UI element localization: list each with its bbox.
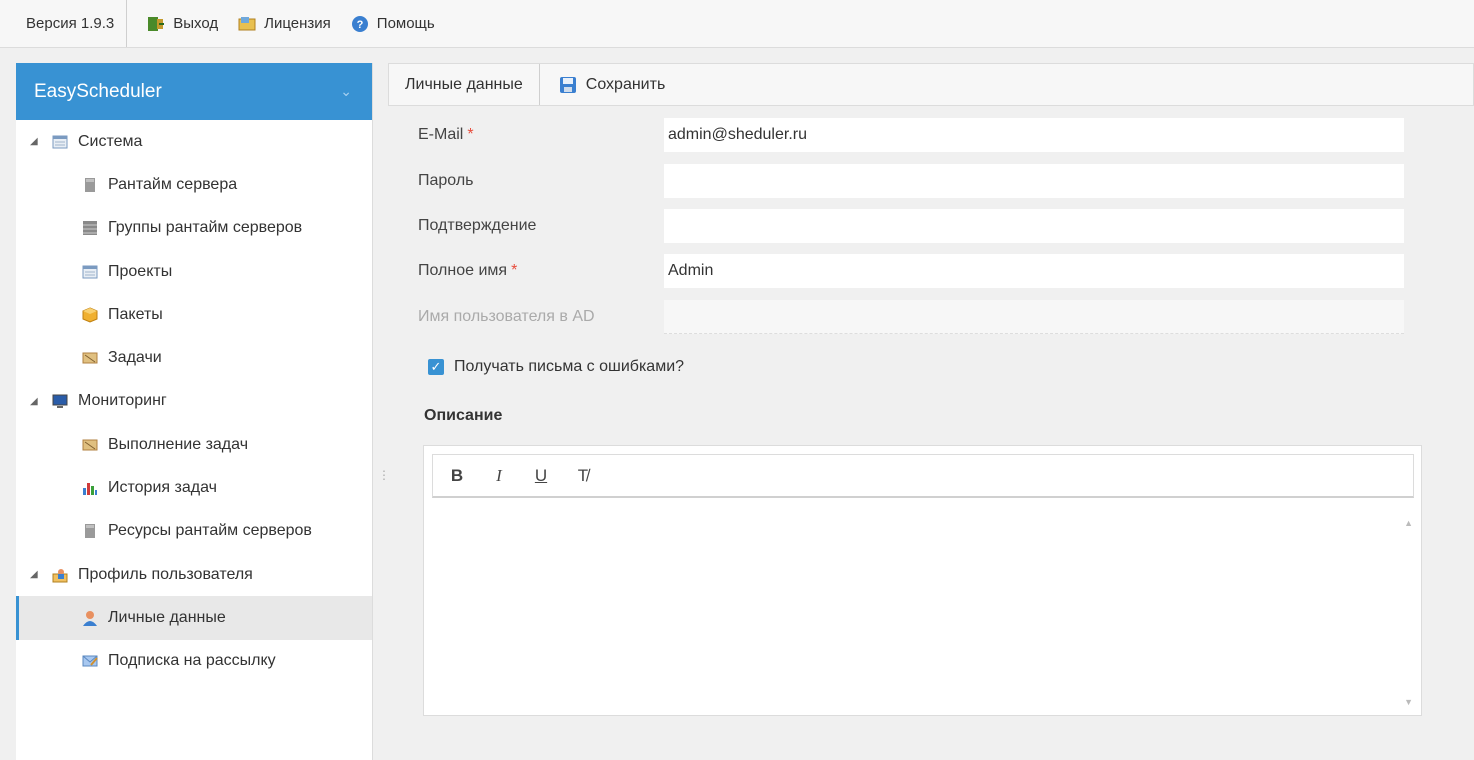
password-row: Пароль [418, 164, 1408, 198]
email-row: E-Mail * [418, 118, 1408, 152]
ad-user-label: Имя пользователя в AD [418, 308, 595, 325]
email-field[interactable] [664, 118, 1404, 152]
sidebar-item-label: Личные данные [108, 608, 226, 626]
sidebar-item-task-execution[interactable]: Выполнение задач [16, 423, 372, 466]
italic-button[interactable]: I [481, 466, 517, 486]
confirm-password-field[interactable] [664, 209, 1404, 243]
nav-tree: ◢ Система Рантайм сервера Группы рантайм… [16, 120, 372, 683]
scroll-up-icon[interactable]: ▲ [1404, 518, 1413, 528]
mail-icon [82, 655, 98, 667]
page-title: Личные данные [389, 64, 540, 105]
user-icon [83, 610, 97, 626]
top-bar: Версия 1.9.3 Выход Лицензия ? Помощь [0, 0, 1474, 48]
sidebar-item-runtime-server-groups[interactable]: Группы рантайм серверов [16, 207, 372, 250]
confirm-row: Подтверждение [418, 209, 1408, 243]
table-icon [52, 135, 68, 149]
exit-label: Выход [173, 15, 219, 32]
required-marker: * [511, 262, 518, 279]
sidebar-item-label: Выполнение задач [108, 435, 249, 453]
sidebar-header[interactable]: EasyScheduler ⌄ [16, 63, 372, 120]
svg-text:?: ? [356, 19, 363, 31]
tree-group-label: Мониторинг [78, 392, 167, 410]
password-label: Пароль [418, 172, 474, 189]
tree-group-monitoring[interactable]: ◢ Мониторинг [16, 380, 372, 423]
scroll-down-icon[interactable]: ▼ [1404, 697, 1413, 707]
editor-toolbar: B I U T̸ [432, 454, 1414, 498]
table-icon [82, 265, 98, 279]
help-button[interactable]: ? Помощь [351, 15, 435, 33]
ad-user-row: Имя пользователя в AD [418, 300, 1408, 334]
sidebar-item-task-history[interactable]: История задач [16, 466, 372, 509]
ad-user-field [664, 300, 1404, 334]
license-label: Лицензия [264, 15, 331, 32]
fullname-row: Полное имя * [418, 254, 1408, 288]
save-label: Сохранить [585, 75, 666, 93]
sidebar-item-packages[interactable]: Пакеты [16, 293, 372, 336]
package-icon [82, 307, 98, 323]
description-editor: B I U T̸ ▲ ▼ [423, 445, 1422, 716]
sidebar-item-label: Задачи [108, 349, 162, 367]
chart-icon [83, 483, 97, 496]
license-button[interactable]: Лицензия [238, 15, 331, 33]
description-textarea[interactable] [424, 506, 1394, 711]
save-icon [559, 76, 576, 93]
tree-group-user-profile[interactable]: ◢ Профиль пользователя [16, 553, 372, 596]
underline-button[interactable]: U [523, 466, 559, 486]
help-label: Помощь [376, 15, 435, 32]
tree-group-label: Система [78, 132, 143, 150]
sidebar-item-label: Ресурсы рантайм серверов [108, 522, 312, 540]
sidebar-item-tasks[interactable]: Задачи [16, 336, 372, 379]
sidebar-item-runtime-servers[interactable]: Рантайм сервера [16, 163, 372, 206]
chevron-down-icon[interactable]: ⌄ [340, 83, 352, 100]
sidebar-item-label: Подписка на рассылку [108, 652, 276, 670]
license-icon [238, 16, 256, 30]
save-button[interactable]: Сохранить [558, 75, 666, 95]
sidebar-item-label: История задач [108, 479, 217, 497]
server-icon [85, 524, 95, 539]
user-profile-icon [52, 568, 68, 583]
app-title: EasyScheduler [34, 80, 162, 102]
sidebar-item-label: Пакеты [108, 305, 163, 323]
expand-triangle-icon[interactable]: ◢ [30, 136, 46, 147]
confirm-label: Подтверждение [418, 217, 537, 234]
tree-group-label: Профиль пользователя [78, 565, 253, 583]
fullname-field[interactable] [664, 254, 1404, 288]
tree-group-system[interactable]: ◢ Система [16, 120, 372, 163]
clear-format-button[interactable]: T̸ [565, 466, 601, 486]
checkbox-label: Получать письма с ошибками? [454, 358, 685, 375]
email-label: E-Mail * [418, 126, 474, 143]
description-label: Описание [424, 407, 503, 424]
expand-triangle-icon[interactable]: ◢ [30, 569, 46, 580]
help-icon: ? [351, 15, 368, 32]
sidebar-item-label: Рантайм сервера [108, 175, 238, 193]
monitor-icon [52, 394, 68, 409]
sidebar-item-label: Проекты [108, 262, 173, 280]
server-icon [85, 177, 95, 192]
sidebar-item-personal-data[interactable]: Личные данные [16, 596, 372, 640]
errors-email-checkbox[interactable]: ✓ Получать письма с ошибками? [428, 358, 684, 376]
bold-button[interactable]: B [439, 466, 475, 486]
password-field[interactable] [664, 164, 1404, 198]
main-panel: Личные данные Сохранить E-Mail* Пароль П… [388, 63, 1474, 760]
sidebar-item-mail-subscription[interactable]: Подписка на рассылку [16, 640, 372, 683]
required-marker: * [467, 126, 474, 143]
sidebar-item-runtime-server-resources[interactable]: Ресурсы рантайм серверов [16, 510, 372, 553]
task-icon [82, 439, 98, 451]
exit-icon [148, 16, 165, 31]
fullname-label: Полное имя * [418, 262, 518, 279]
content-toolbar: Личные данные Сохранить [388, 63, 1474, 106]
sidebar-item-projects[interactable]: Проекты [16, 250, 372, 293]
sidebar: EasyScheduler ⌄ ◢ Система Рантайм сервер… [16, 63, 373, 760]
sidebar-item-label: Группы рантайм серверов [108, 219, 303, 237]
server-group-icon [83, 221, 97, 236]
checkbox-checked-icon[interactable]: ✓ [428, 359, 444, 375]
exit-button[interactable]: Выход [147, 15, 218, 33]
expand-triangle-icon[interactable]: ◢ [30, 396, 46, 407]
task-icon [82, 352, 98, 364]
version-label: Версия 1.9.3 [0, 0, 128, 47]
